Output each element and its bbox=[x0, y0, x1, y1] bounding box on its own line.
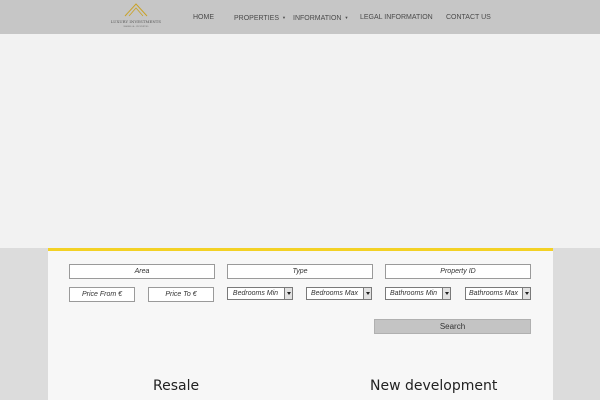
type-input[interactable]: Type bbox=[227, 264, 373, 279]
nav-information-label: INFORMATION bbox=[293, 14, 342, 22]
bathrooms-max-select[interactable]: Bathrooms Max bbox=[465, 287, 531, 300]
chevron-down-icon bbox=[363, 288, 371, 299]
house-roof-icon bbox=[124, 3, 148, 17]
logo-name: LUXURY INVESTMENTS bbox=[110, 19, 162, 24]
caret-down-icon: ▼ bbox=[282, 15, 286, 20]
bedrooms-max-value: Bedrooms Max bbox=[310, 290, 359, 297]
bedrooms-min-select[interactable]: Bedrooms Min bbox=[227, 287, 293, 300]
search-button[interactable]: Search bbox=[374, 319, 531, 334]
section-title-new-development: New development bbox=[370, 378, 498, 394]
area-input[interactable]: Area bbox=[69, 264, 215, 279]
nav-legal-information[interactable]: LEGAL INFORMATION bbox=[360, 12, 433, 24]
chevron-down-icon bbox=[522, 288, 530, 299]
section-title-resale: Resale bbox=[153, 378, 200, 394]
nav-home-label: HOME bbox=[193, 14, 214, 21]
bathrooms-min-value: Bathrooms Min bbox=[389, 290, 438, 297]
bedrooms-min-value: Bedrooms Min bbox=[232, 290, 279, 297]
nav-information[interactable]: INFORMATION ▼ bbox=[293, 12, 348, 24]
logo-tagline: MARBELLA · PROPERTIES bbox=[123, 26, 149, 28]
site-logo[interactable]: LUXURY INVESTMENTS MARBELLA · PROPERTIES bbox=[110, 3, 162, 31]
price-to-input[interactable]: Price To € bbox=[148, 287, 214, 302]
chevron-down-icon bbox=[442, 288, 450, 299]
nav-home[interactable]: HOME bbox=[193, 12, 214, 24]
nav-properties-label: PROPERTIES bbox=[234, 14, 279, 22]
bathrooms-min-select[interactable]: Bathrooms Min bbox=[385, 287, 451, 300]
nav-contact-us[interactable]: CONTACT US bbox=[446, 12, 491, 24]
site-header: LUXURY INVESTMENTS MARBELLA · PROPERTIES… bbox=[0, 0, 600, 34]
bedrooms-max-select[interactable]: Bedrooms Max bbox=[306, 287, 372, 300]
property-id-input[interactable]: Property ID bbox=[385, 264, 531, 279]
bathrooms-max-value: Bathrooms Max bbox=[468, 290, 519, 297]
price-from-input[interactable]: Price From € bbox=[69, 287, 135, 302]
caret-down-icon: ▼ bbox=[344, 15, 349, 20]
nav-legal-label: LEGAL INFORMATION bbox=[360, 14, 433, 21]
chevron-down-icon bbox=[284, 288, 292, 299]
nav-properties[interactable]: PROPERTIES ▼ bbox=[234, 12, 286, 24]
nav-contact-label: CONTACT US bbox=[446, 14, 491, 21]
hero-banner bbox=[0, 34, 600, 248]
